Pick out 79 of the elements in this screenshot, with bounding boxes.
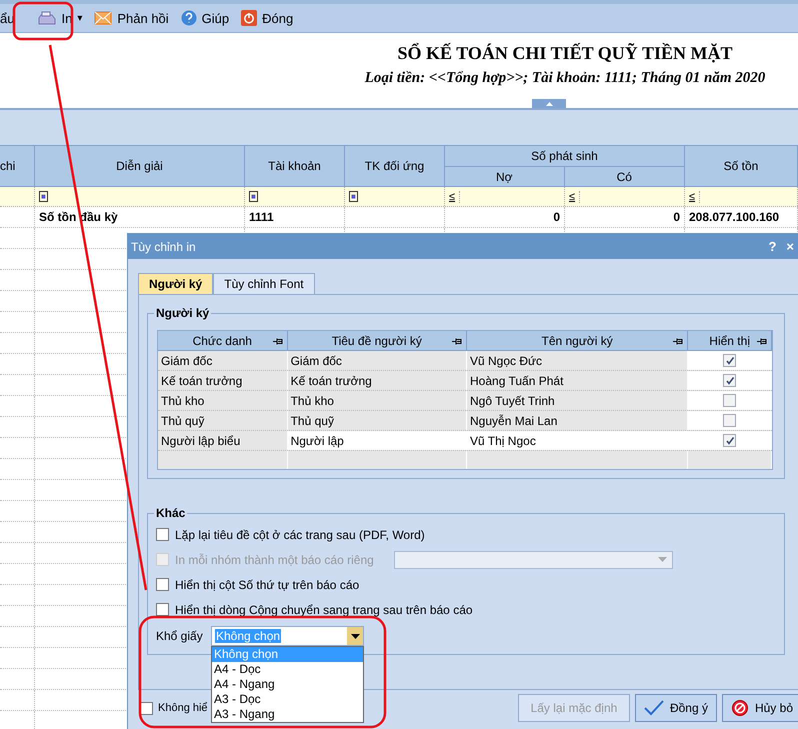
checkbox[interactable] [723, 394, 736, 407]
filter-operator[interactable]: ≤ [569, 190, 580, 202]
report-title: SỔ KẾ TOÁN CHI TIẾT QUỸ TIỀN MẶT [396, 43, 734, 64]
checkbox[interactable] [723, 354, 736, 367]
checkbox-label: Lặp lại tiêu đề cột ở các trang sau (PDF, Word) [175, 528, 425, 542]
paper-size-label: Khổ giấy [156, 629, 204, 643]
toolbar-button[interactable]: Giúp [176, 8, 234, 28]
table-cell: Giám đốc [158, 351, 288, 370]
caret-icon [350, 634, 360, 638]
collapse-handle[interactable] [532, 99, 566, 108]
dropdown-option[interactable]: A3 - Ngang [212, 707, 363, 722]
checkbox[interactable] [723, 434, 736, 447]
pin-icon [452, 338, 462, 345]
table-cell: Thủ quỹ [158, 411, 288, 430]
dialog-title: Tùy chỉnh in [131, 240, 196, 254]
group-label: Khác [154, 506, 188, 520]
column-header: TK đối ứng [345, 146, 445, 186]
checkbox[interactable] [156, 603, 169, 616]
envelope-icon [94, 11, 112, 25]
column-header: Số tồn [685, 146, 798, 186]
filter-operator[interactable]: ■ [249, 191, 258, 202]
tab[interactable]: Người ký [138, 273, 214, 294]
report-subtitle: Loại tiền: <<Tổng hợp>>; Tài khoản: 1111; Tháng 01 năm 2020 [364, 70, 766, 87]
prohibited-icon [730, 699, 749, 717]
filter-operator[interactable]: ■ [39, 191, 48, 202]
toolbar-button[interactable]: Phản hồi [90, 8, 173, 28]
table-cell: 0 [553, 210, 560, 224]
printer-icon [38, 11, 56, 25]
tab[interactable]: Tùy chỉnh Font [213, 273, 315, 294]
dialog-button[interactable]: Đồng ý [634, 694, 717, 722]
checkbox[interactable] [156, 578, 169, 591]
column-header[interactable]: Tên người ký [467, 331, 688, 350]
table-cell[interactable]: Thủ kho [288, 391, 467, 410]
checkbox[interactable] [156, 528, 169, 541]
up-arrow-icon [546, 102, 552, 106]
table-cell[interactable]: Giám đốc [288, 351, 467, 370]
table-cell[interactable]: Kế toán trưởng [288, 371, 467, 390]
checkbox[interactable] [723, 414, 736, 427]
table-cell[interactable]: Thủ quỹ [288, 411, 467, 430]
table-cell: 1111 [249, 210, 274, 224]
checkbox[interactable] [723, 374, 736, 387]
column-header: Tài khoản [245, 146, 345, 186]
dropdown-option[interactable]: A3 - Dọc [212, 692, 363, 707]
table-cell: Kế toán trưởng [158, 371, 288, 390]
table-cell[interactable]: Người lập [288, 431, 467, 450]
table-cell: 208.077.100.160 [689, 210, 780, 224]
table-cell: 0 [673, 210, 680, 224]
column-header[interactable]: Hiển thị [688, 331, 772, 350]
checkbox-label: In mỗi nhóm thành một báo cáo riêng [175, 552, 374, 566]
column-header: chi [0, 146, 35, 186]
dropdown-option[interactable]: A4 - Dọc [212, 662, 363, 677]
checkbox-label: Không hiể [158, 702, 208, 714]
column-header[interactable]: Tiêu đề người ký [288, 331, 467, 350]
pin-icon [757, 338, 768, 345]
power-icon [241, 10, 258, 26]
checkmark-icon [644, 700, 664, 716]
checkbox-label: Hiển thị cột Số thứ tự trên báo cáo [175, 578, 360, 592]
caret-icon [658, 557, 667, 562]
pin-icon [272, 338, 283, 345]
selected-value: Không chọn [215, 629, 282, 643]
pin-icon [673, 338, 684, 345]
dialog-button[interactable]: Hủy bỏ [722, 694, 798, 722]
column-group-header: Số phát sinh [445, 146, 684, 167]
table-cell: Thủ kho [158, 391, 288, 410]
highlight-outline [12, 2, 74, 40]
dropdown-option[interactable]: A4 - Ngang [212, 677, 363, 692]
filter-operator[interactable]: ≤ [689, 190, 700, 202]
column-header: Diễn giải [35, 146, 245, 186]
checkbox-label: Hiển thị dòng Cộng chuyển sang trang sau trên báo cáo [175, 602, 473, 616]
column-header[interactable]: Chức danh [158, 331, 288, 350]
column-header: Nợ [445, 167, 564, 186]
filter-operator[interactable]: ≤ [449, 190, 460, 202]
group-label: Người ký [154, 306, 212, 320]
dropdown-button[interactable] [347, 627, 363, 645]
filter-operator[interactable]: ■ [349, 191, 358, 202]
help-icon [180, 10, 197, 26]
table-cell[interactable]: Vũ Thị Ngoc [467, 431, 688, 450]
column-header: Có [616, 168, 633, 186]
toolbar-button[interactable]: Đóng [237, 8, 298, 28]
